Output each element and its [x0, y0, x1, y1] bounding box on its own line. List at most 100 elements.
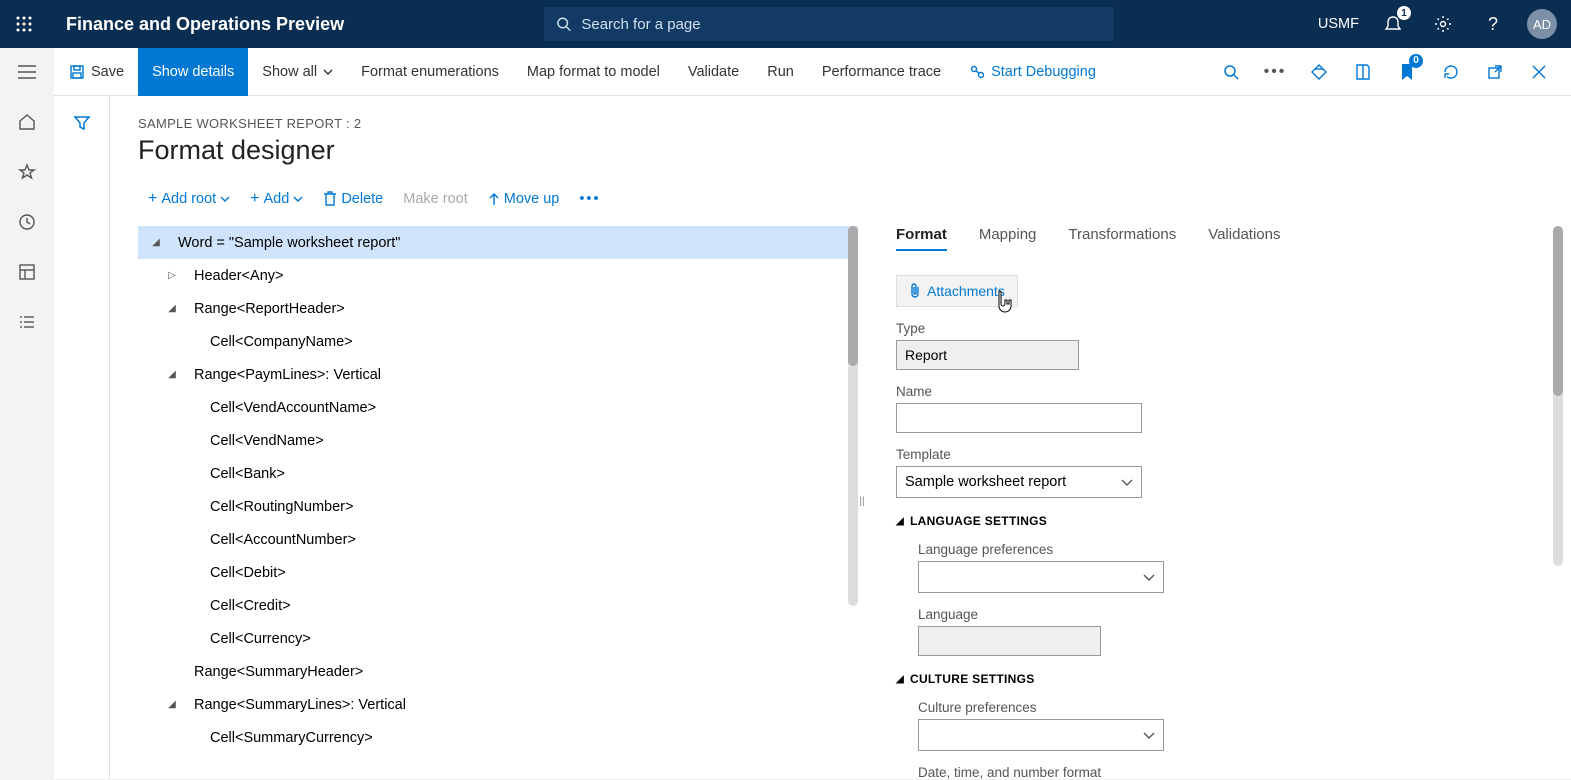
tree-row[interactable]: Cell<VendAccountName>: [138, 391, 858, 424]
run-button[interactable]: Run: [753, 48, 808, 96]
more-icon[interactable]: •••: [579, 191, 600, 207]
validate-button[interactable]: Validate: [674, 48, 753, 96]
tree-row[interactable]: Cell<AccountNumber>: [138, 523, 858, 556]
language-settings-header[interactable]: ◢LANGUAGE SETTINGS: [896, 514, 1543, 528]
popout-icon[interactable]: [1477, 54, 1513, 90]
save-button[interactable]: Save: [55, 48, 138, 96]
tree-node-label: Range<ReportHeader>: [194, 301, 345, 317]
search-action-icon[interactable]: [1213, 54, 1249, 90]
attachments-button[interactable]: Attachments: [896, 275, 1018, 307]
workspaces-icon[interactable]: [15, 260, 39, 284]
type-input: [896, 340, 1079, 370]
language-preferences-select[interactable]: [918, 561, 1164, 593]
bookmark-icon[interactable]: 0: [1389, 54, 1425, 90]
tab-format[interactable]: Format: [896, 226, 947, 251]
notification-icon[interactable]: 1: [1377, 8, 1409, 40]
tree-row[interactable]: ▷ Header<Any>: [138, 259, 858, 292]
app-title: Finance and Operations Preview: [66, 14, 344, 35]
tree-node-label: Cell<Debit>: [210, 565, 286, 581]
favorites-icon[interactable]: [15, 160, 39, 184]
user-avatar[interactable]: AD: [1527, 9, 1557, 39]
notification-badge: 1: [1397, 6, 1411, 20]
tree-row[interactable]: Cell<CompanyName>: [138, 325, 858, 358]
chevron-down-icon[interactable]: ◢: [164, 369, 180, 380]
start-debugging-button[interactable]: Start Debugging: [955, 48, 1110, 96]
culture-preferences-label: Culture preferences: [918, 700, 1543, 715]
hamburger-icon[interactable]: [15, 60, 39, 84]
chevron-down-icon[interactable]: ◢: [148, 237, 164, 248]
tree-panel: ◢ Word = "Sample worksheet report" ▷ Header…: [138, 226, 858, 776]
properties-scrollbar[interactable]: [1553, 226, 1563, 566]
main-content: SAMPLE WORKSHEET REPORT : 2 Format desig…: [110, 96, 1571, 779]
tab-mapping[interactable]: Mapping: [979, 226, 1037, 251]
tab-transformations[interactable]: Transformations: [1068, 226, 1176, 251]
tree-node-label: Cell<SummaryCurrency>: [210, 730, 373, 746]
tree-node-label: Word = "Sample worksheet report": [178, 235, 400, 251]
culture-settings-header[interactable]: ◢CULTURE SETTINGS: [896, 672, 1543, 686]
book-icon[interactable]: [1345, 54, 1381, 90]
type-label: Type: [896, 321, 1543, 336]
move-up-button[interactable]: Move up: [488, 191, 560, 207]
tree-scrollbar[interactable]: [848, 226, 858, 606]
tree-row[interactable]: Cell<Credit>: [138, 589, 858, 622]
make-root-button: Make root: [403, 191, 467, 207]
search-box[interactable]: [544, 7, 1114, 41]
tree-row[interactable]: Cell<Bank>: [138, 457, 858, 490]
tree-row[interactable]: Cell<Currency>: [138, 622, 858, 655]
format-enumerations-button[interactable]: Format enumerations: [347, 48, 513, 96]
name-input[interactable]: [896, 403, 1142, 433]
tree-row[interactable]: ◢ Range<SummaryLines>: Vertical: [138, 688, 858, 721]
chevron-down-icon[interactable]: ◢: [164, 303, 180, 314]
properties-tabs: Format Mapping Transformations Validatio…: [896, 226, 1543, 251]
show-all-button[interactable]: Show all: [248, 48, 347, 96]
tree-row[interactable]: ◢ Range<PaymLines>: Vertical: [138, 358, 858, 391]
chevron-right-icon[interactable]: ▷: [164, 270, 180, 281]
home-icon[interactable]: [15, 110, 39, 134]
arrow-up-icon: [488, 192, 500, 206]
tree-node-label: Cell<VendAccountName>: [210, 400, 376, 416]
add-root-button[interactable]: +Add root: [148, 190, 230, 208]
bookmark-badge: 0: [1409, 54, 1423, 68]
performance-trace-button[interactable]: Performance trace: [808, 48, 955, 96]
tree-row[interactable]: ◢ Range<ReportHeader>: [138, 292, 858, 325]
tree-row[interactable]: Cell<SummaryCurrency>: [138, 721, 858, 754]
modules-icon[interactable]: [15, 310, 39, 334]
map-format-button[interactable]: Map format to model: [513, 48, 674, 96]
chevron-down-icon: [1143, 732, 1155, 739]
diamond-icon[interactable]: [1301, 54, 1337, 90]
tree-row[interactable]: ◢ Word = "Sample worksheet report": [138, 226, 858, 259]
show-details-button[interactable]: Show details: [138, 48, 248, 96]
tree-node-label: Cell<Bank>: [210, 466, 285, 482]
app-launcher-icon[interactable]: [0, 0, 48, 48]
tree-row[interactable]: Range<SummaryHeader>: [138, 655, 858, 688]
chevron-down-icon: [323, 69, 333, 75]
tree-row[interactable]: Cell<VendName>: [138, 424, 858, 457]
search-input[interactable]: [581, 16, 1102, 33]
delete-button[interactable]: Delete: [323, 191, 383, 207]
chevron-down-icon: [293, 196, 303, 202]
filter-column: [54, 96, 110, 779]
name-label: Name: [896, 384, 1543, 399]
refresh-icon[interactable]: [1433, 54, 1469, 90]
add-button[interactable]: +Add: [250, 190, 303, 208]
culture-preferences-select[interactable]: [918, 719, 1164, 751]
close-icon[interactable]: [1521, 54, 1557, 90]
tree-node-label: Range<SummaryLines>: Vertical: [194, 697, 406, 713]
tree-row[interactable]: Cell<Debit>: [138, 556, 858, 589]
page-title: Format designer: [138, 135, 1543, 166]
language-preferences-label: Language preferences: [918, 542, 1543, 557]
tree-node-label: Header<Any>: [194, 268, 283, 284]
tree-row[interactable]: Cell<RoutingNumber>: [138, 490, 858, 523]
splitter-handle[interactable]: ||: [858, 226, 866, 776]
recent-icon[interactable]: [15, 210, 39, 234]
filter-icon[interactable]: [73, 114, 91, 779]
chevron-down-icon[interactable]: ◢: [164, 699, 180, 710]
tab-validations[interactable]: Validations: [1208, 226, 1280, 251]
more-actions-icon[interactable]: •••: [1257, 54, 1293, 90]
template-select[interactable]: Sample worksheet report: [896, 466, 1142, 498]
help-icon[interactable]: ?: [1477, 8, 1509, 40]
company-label[interactable]: USMF: [1318, 16, 1359, 32]
settings-icon[interactable]: [1427, 8, 1459, 40]
tree-node-label: Range<PaymLines>: Vertical: [194, 367, 381, 383]
tree-node-label: Cell<AccountNumber>: [210, 532, 356, 548]
